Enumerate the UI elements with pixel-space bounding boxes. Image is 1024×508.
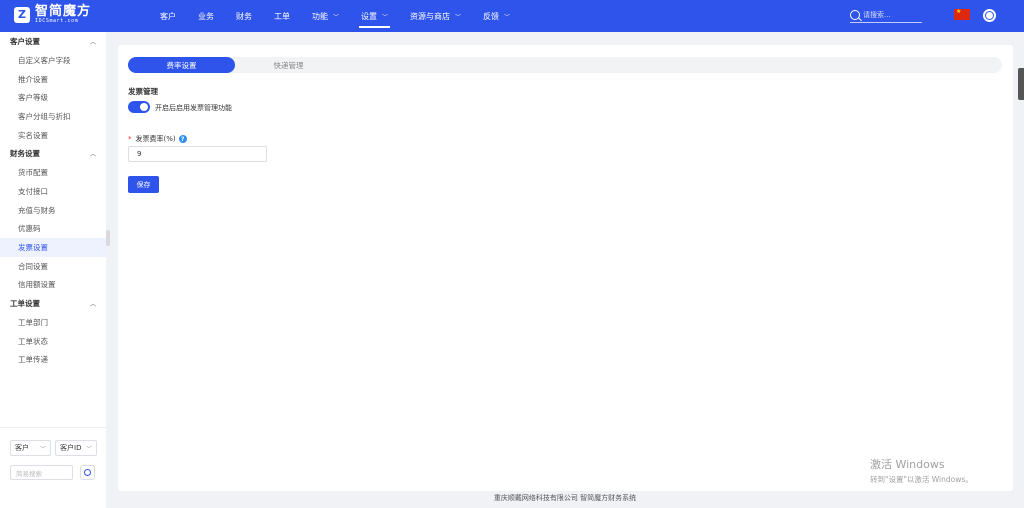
sidebar-item[interactable]: 发票设置 [0, 238, 106, 257]
nav-item-7[interactable]: 反馈 ﹀ [483, 0, 510, 32]
tab-label: 费率设置 [166, 60, 197, 70]
top-navbar: Z 智简魔方 IDCSmart.com 客户 业务 财务 工单 功能 ﹀ 设置 ﹀ 资源与商店 ﹀… [0, 0, 1024, 32]
watermark-subtitle: 转到"设置"以激活 Windows。 [870, 475, 973, 484]
filter-type-select[interactable]: 客户 ﹀ [10, 440, 51, 456]
sidebar-item[interactable]: 充值与财务 [0, 201, 106, 220]
sidebar-group[interactable]: 财务设置 ︿ [0, 144, 106, 163]
tab-express-management[interactable]: 快递管理 [235, 57, 342, 73]
section-title: 发票管理 [128, 87, 158, 96]
nav-item-label: 设置 [361, 11, 378, 21]
quick-search-input[interactable]: 简易搜索 [10, 465, 73, 480]
save-button[interactable]: 保存 [128, 176, 159, 193]
brand-name: 智简魔方 [35, 4, 92, 19]
sidebar-item[interactable]: 实名设置 [0, 126, 106, 145]
nav-item-1[interactable]: 业务 [198, 0, 214, 32]
invoice-toggle[interactable] [128, 101, 150, 113]
required-mark: * [128, 135, 132, 143]
nav-item-0[interactable]: 客户 [160, 0, 176, 32]
brand-logo[interactable]: Z 智简魔方 IDCSmart.com [14, 5, 91, 24]
sidebar-menu: 客户设置 ︿ 自定义客户字段 推介设置 客户等级 客户分组与折扣 实名设置财务设置 ︿ 货币配置… [0, 32, 106, 369]
filter-field-select[interactable]: 客户ID ﹀ [55, 440, 97, 456]
search-input[interactable] [863, 11, 919, 19]
nav-item-label: 业务 [198, 11, 214, 21]
help-icon[interactable]: ? [178, 135, 187, 143]
user-avatar-icon[interactable] [983, 9, 996, 22]
sidebar-item[interactable]: 客户等级 [0, 88, 106, 107]
nav-item-label: 反馈 [483, 11, 500, 21]
nav-item-4[interactable]: 功能 ﹀ [312, 0, 339, 32]
tab-rate-settings[interactable]: 费率设置 [128, 57, 235, 73]
filter-type-value: 客户 [15, 444, 29, 452]
sidebar-group-title: 财务设置 [10, 149, 40, 159]
windows-watermark: 激活 Windows 转到"设置"以激活 Windows。 [870, 456, 973, 485]
chevron-up-icon: ︿ [89, 151, 96, 159]
sidebar-item[interactable]: 客户分组与折扣 [0, 107, 106, 126]
sidebar-group[interactable]: 工单设置 ︿ [0, 294, 106, 313]
chevron-down-icon: ﹀ [39, 445, 46, 453]
nav-item-label: 工单 [274, 11, 290, 21]
nav-item-2[interactable]: 财务 [236, 0, 252, 32]
nav-item-5[interactable]: 设置 ﹀ [359, 0, 391, 32]
chevron-down-icon: ﹀ [382, 13, 389, 21]
china-flag-icon[interactable] [954, 8, 970, 20]
search-icon [84, 469, 91, 476]
footer-text: 重庆顺戴网络科技有限公司 智简魔方财务系统 [493, 494, 637, 502]
brand-sub: IDCSmart.com [35, 18, 79, 24]
sidebar-group[interactable]: 客户设置 ︿ [0, 32, 106, 51]
rate-label-text: 发票费率(%) [135, 135, 176, 143]
chevron-down-icon: ﹀ [455, 13, 462, 21]
sidebar-scrollbar[interactable] [106, 230, 110, 246]
invoice-rate-input[interactable] [128, 146, 267, 162]
search-icon[interactable] [850, 10, 860, 20]
nav-item-6[interactable]: 资源与商店 ﹀ [410, 0, 461, 32]
nav-item-3[interactable]: 工单 [274, 0, 290, 32]
sidebar: 客户设置 ︿ 自定义客户字段 推介设置 客户等级 客户分组与折扣 实名设置财务设置 ︿ 货币配置… [0, 32, 106, 508]
rate-field-label: * 发票费率(%) ? [128, 134, 187, 144]
chevron-down-icon: ﹀ [85, 445, 92, 453]
nav-item-label: 客户 [160, 11, 176, 21]
chevron-down-icon: ﹀ [504, 13, 511, 21]
logo-icon: Z [14, 6, 30, 23]
toggle-label: 开启后启用发票管理功能 [155, 104, 232, 112]
quick-search-placeholder: 简易搜索 [16, 469, 42, 478]
sidebar-item[interactable]: 优惠码 [0, 220, 106, 239]
sidebar-item[interactable]: 自定义客户字段 [0, 51, 106, 70]
sidebar-item[interactable]: 信用额设置 [0, 276, 106, 295]
sidebar-group-title: 工单设置 [10, 299, 40, 309]
sidebar-item[interactable]: 合同设置 [0, 257, 106, 276]
sidebar-item[interactable]: 支付接口 [0, 182, 106, 201]
nav-item-label: 财务 [236, 11, 252, 21]
tab-label: 快递管理 [273, 60, 304, 70]
chevron-up-icon: ︿ [89, 301, 96, 309]
chevron-down-icon: ﹀ [333, 13, 340, 21]
chevron-up-icon: ︿ [89, 39, 96, 46]
side-handle[interactable] [1018, 68, 1024, 100]
sidebar-group-title: 客户设置 [10, 37, 40, 46]
nav-item-label: 资源与商店 [410, 11, 451, 21]
sidebar-item[interactable]: 推介设置 [0, 70, 106, 89]
filter-field-value: 客户ID [60, 444, 82, 452]
global-search[interactable] [850, 8, 922, 23]
main-nav: 客户 业务 财务 工单 功能 ﹀ 设置 ﹀ 资源与商店 ﹀ 反馈 ﹀ [160, 0, 532, 32]
content-card: 费率设置 快递管理 发票管理 开启后启用发票管理功能 * 发票费率(%) ? 保… [118, 45, 1013, 491]
sidebar-item[interactable]: 工单状态 [0, 332, 106, 351]
tab-bar: 费率设置 快递管理 [128, 57, 1002, 73]
sidebar-item[interactable]: 工单部门 [0, 313, 106, 332]
sidebar-item[interactable]: 货币配置 [0, 163, 106, 182]
quick-search-button[interactable] [80, 465, 95, 480]
sidebar-item[interactable]: 工单传递 [0, 351, 106, 370]
watermark-title: 激活 Windows [870, 458, 945, 471]
nav-item-label: 功能 [312, 11, 328, 21]
